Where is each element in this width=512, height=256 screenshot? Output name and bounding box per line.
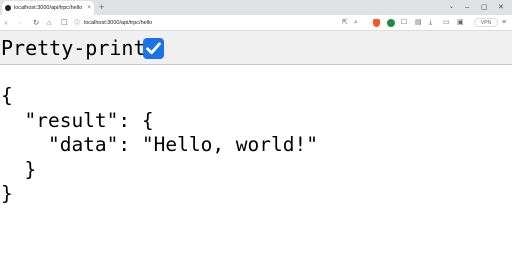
forward-arrow-icon[interactable]: › (19, 17, 22, 28)
close-window-button[interactable]: ✕ (498, 2, 504, 13)
globe-icon (5, 5, 11, 11)
minimize-button[interactable]: – (465, 2, 469, 13)
url-text[interactable]: localhost:3000/api/trpc/hello (84, 20, 152, 26)
checkmark-icon (146, 42, 161, 55)
json-line: { (1, 84, 13, 107)
json-output: { "result": { "data": "Hello, world!" } … (1, 84, 318, 207)
new-tab-button[interactable]: + (99, 2, 104, 13)
close-icon[interactable]: × (87, 5, 91, 11)
json-line: } (1, 157, 37, 181)
sidebar-icon[interactable]: ▤ (415, 17, 422, 29)
pretty-print-bar: Pretty-print (0, 31, 512, 65)
pretty-print-label[interactable]: Pretty-print (1, 35, 146, 61)
reload-icon[interactable]: ↻ (33, 17, 39, 28)
tab-title: localhost:3000/api/trpc/hello (14, 5, 83, 11)
menu-icon[interactable]: ≡ (502, 17, 506, 29)
zoom-icon[interactable]: ⌕ (354, 17, 358, 29)
share-icon[interactable]: ⇱ (342, 17, 348, 29)
browser-tab-active[interactable]: localhost:3000/api/trpc/hello × (2, 1, 94, 15)
brave-shields-icon[interactable] (373, 19, 380, 27)
json-line: } (1, 182, 13, 205)
browser-tab-strip: localhost:3000/api/trpc/hello × + ⌄ – ▢ … (0, 0, 512, 15)
pretty-print-checkbox[interactable] (143, 38, 164, 59)
tab-search-dropdown-icon[interactable]: ⌄ (449, 2, 454, 13)
extension-icon[interactable] (387, 19, 395, 27)
json-line: "data": "Hello, world!" (1, 133, 318, 156)
wallet-icon[interactable]: ▣ (457, 17, 464, 29)
window-icon[interactable]: ▭ (443, 17, 450, 29)
maximize-button[interactable]: ▢ (481, 2, 488, 13)
address-bar[interactable]: ⓘ localhost:3000/api/trpc/hello (74, 17, 350, 28)
home-icon[interactable]: ⌂ (47, 17, 52, 28)
back-arrow-icon[interactable]: ‹ (5, 17, 8, 28)
browser-toolbar: ‹ › ↻ ⌂ ☐ ⓘ localhost:3000/api/trpc/hell… (0, 15, 512, 31)
vpn-label: VPN (480, 19, 492, 26)
site-info-icon[interactable]: ⓘ (74, 18, 80, 27)
vpn-button[interactable]: VPN (474, 18, 498, 27)
bookmark-icon[interactable]: ☐ (61, 17, 68, 28)
downloads-icon[interactable]: ⤓ (429, 17, 432, 29)
json-line: "result": { (1, 108, 154, 132)
extensions-puzzle-icon[interactable]: ☐ (401, 17, 407, 29)
